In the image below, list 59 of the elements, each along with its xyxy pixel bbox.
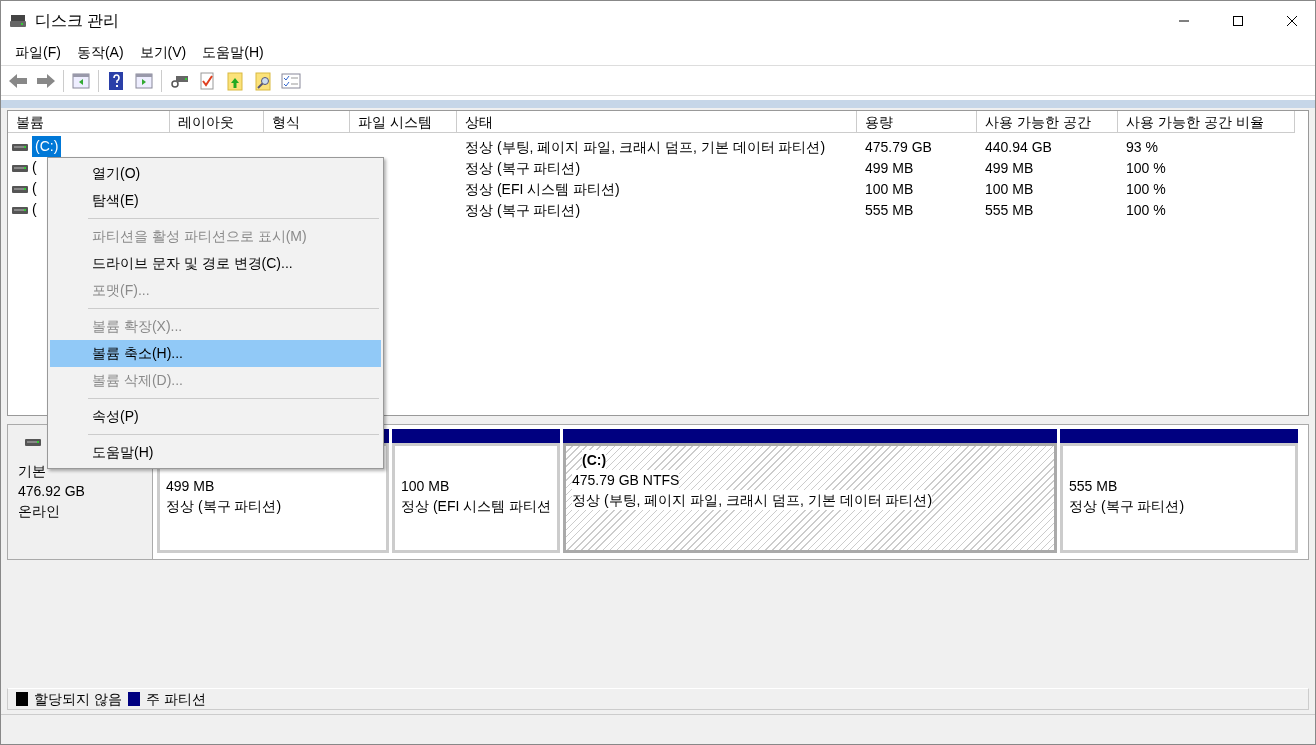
table-cell: 440.94 GB: [985, 139, 1052, 155]
table-cell: 499 MB: [985, 160, 1034, 176]
partition-status: 정상 (부팅, 페이지 파일, 크래시 덤프, 기본 데이터 파티션): [572, 490, 933, 510]
menu-item[interactable]: 드라이브 문자 및 경로 변경(C)...: [50, 250, 381, 277]
column-header[interactable]: 용량: [857, 111, 977, 133]
check-document-icon[interactable]: [197, 70, 217, 91]
column-header[interactable]: 상태: [457, 111, 857, 133]
column-header[interactable]: 사용 가능한 공간: [977, 111, 1118, 133]
disk-state: 온라인: [18, 502, 60, 521]
column-header[interactable]: 형식: [264, 111, 350, 133]
volume-name[interactable]: (: [32, 178, 37, 199]
table-cell: 499 MB: [865, 160, 914, 176]
table-cell: 100 %: [1126, 202, 1166, 218]
table-cell: 정상 (복구 파티션): [465, 202, 581, 218]
table-cell: 555 MB: [985, 202, 1034, 218]
window-title: 디스크 관리: [35, 10, 120, 31]
table-cell: 93 %: [1126, 139, 1158, 155]
column-header[interactable]: 볼륨: [8, 111, 170, 133]
column-header[interactable]: 레이아웃: [170, 111, 264, 133]
column-header[interactable]: 사용 가능한 공간 비율: [1118, 111, 1295, 133]
volume-name[interactable]: (C:): [32, 136, 62, 157]
help-icon[interactable]: [106, 70, 126, 91]
table-cell: 100 MB: [985, 181, 1034, 197]
volume-name[interactable]: (: [32, 157, 37, 178]
table-cell: 정상 (EFI 시스템 파티션): [465, 181, 620, 197]
table-cell: 555 MB: [865, 202, 914, 218]
disk-type: 기본: [18, 462, 46, 481]
maximize-icon: [1232, 14, 1244, 27]
table-cell: 정상 (부팅, 페이지 파일, 크래시 덤프, 기본 데이터 파티션): [465, 139, 826, 155]
menu-item[interactable]: 탐색(E): [50, 187, 381, 214]
folder-up-icon[interactable]: [225, 70, 245, 91]
table-cell: 100 %: [1126, 160, 1166, 176]
menu-item[interactable]: 도움말(H): [194, 40, 272, 65]
partition-block[interactable]: (C:) 475.79 GB NTFS 정상 (부팅, 페이지 파일, 크래시 덤프, 기본 데이터 파티션): [563, 443, 1057, 553]
table-cell: 475.79 GB: [865, 139, 932, 155]
partition-name: (C:): [582, 450, 607, 470]
close-icon: [1286, 14, 1298, 27]
legend-label: 할당되지 않음: [34, 689, 122, 709]
table-cell: 100 %: [1126, 181, 1166, 197]
checklist-icon[interactable]: [281, 70, 301, 91]
table-cell: 정상 (복구 파티션): [465, 160, 581, 176]
panel-icon[interactable]: [71, 70, 91, 91]
column-header[interactable]: 파일 시스템: [350, 111, 457, 133]
disk-size: 476.92 GB: [18, 482, 85, 501]
panel-icon[interactable]: [134, 70, 154, 91]
volume-name[interactable]: (: [32, 199, 37, 220]
drive-icon: [9, 12, 27, 29]
partition-block[interactable]: 555 MB 정상 (복구 파티션): [1060, 443, 1298, 553]
partition-size: 475.79 GB NTFS: [572, 470, 680, 490]
table-cell: 100 MB: [865, 181, 914, 197]
menu-item[interactable]: 동작(A): [68, 40, 132, 65]
menu-item[interactable]: 파일(F): [7, 40, 69, 65]
partition-block[interactable]: 100 MB 정상 (EFI 시스템 파티션: [392, 443, 560, 553]
legend-label: 주 파티션: [145, 689, 206, 709]
folder-search-icon[interactable]: [253, 70, 273, 91]
menu-item[interactable]: 속성(P): [50, 403, 381, 430]
menu-item[interactable]: 볼륨 축소(H)...: [50, 340, 381, 367]
menu-item[interactable]: 열기(O): [50, 160, 381, 187]
menu-item[interactable]: 보기(V): [131, 40, 195, 65]
